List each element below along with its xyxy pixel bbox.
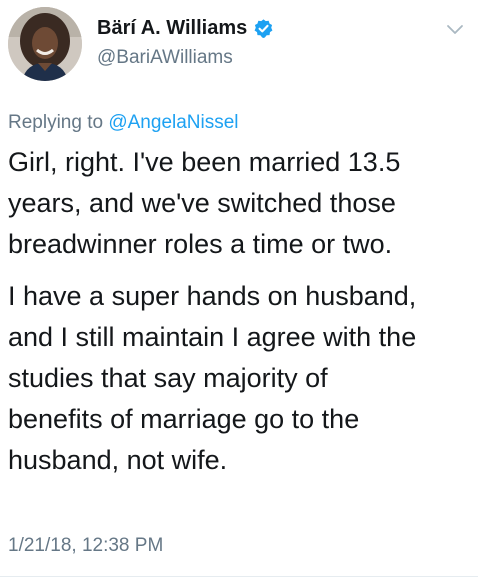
- tweet-paragraph: I have a super hands on husband, and I s…: [8, 281, 417, 475]
- tweet-text: Girl, right. I've been married 13.5 year…: [8, 142, 470, 481]
- reply-prefix: Replying to: [8, 112, 104, 133]
- author-name-row[interactable]: Bärí A. Williams: [97, 17, 274, 40]
- reply-mention-link[interactable]: @AngelaNissel: [108, 112, 238, 133]
- verified-badge-icon: [254, 19, 273, 38]
- tweet-timestamp[interactable]: 1/21/18, 12:38 PM: [8, 535, 163, 557]
- chevron-down-icon[interactable]: [446, 24, 464, 36]
- tweet-paragraph: Girl, right. I've been married 13.5 year…: [8, 147, 401, 259]
- bottom-divider: [0, 576, 478, 577]
- author-display-name[interactable]: Bärí A. Williams: [97, 17, 247, 40]
- author-handle[interactable]: @BariAWilliams: [97, 47, 233, 69]
- avatar-photo-icon: [8, 7, 82, 81]
- reply-context: Replying to @AngelaNissel: [8, 112, 239, 134]
- author-avatar[interactable]: [8, 7, 82, 81]
- tweet-card: Bärí A. Williams @BariAWilliams Replying…: [0, 0, 478, 578]
